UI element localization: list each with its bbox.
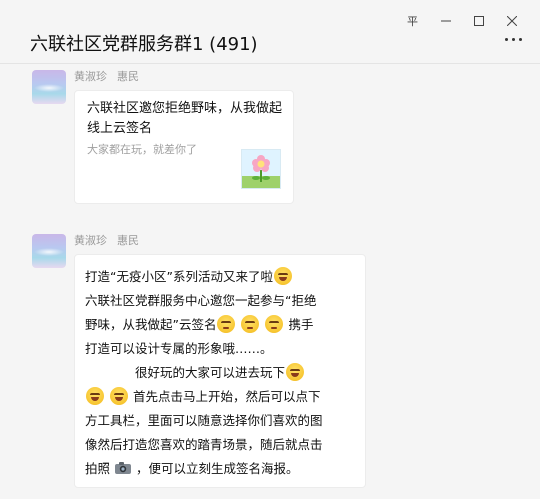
chat-title: 六联社区党群服务群1 (491) <box>30 34 258 55</box>
flower-icon <box>242 155 280 188</box>
message-text: 打造“无疫小区”系列活动又来了啦 <box>85 269 273 284</box>
message-text: 拍照 <box>85 461 111 476</box>
message-text: 六联社区党群服务中心邀您一起参与“拒绝 <box>85 293 317 308</box>
more-dot-icon <box>512 38 515 41</box>
sender-nickname: 黄淑珍 <box>74 234 107 247</box>
message-line: 野味，从我做起”云签名 携手 <box>85 313 355 337</box>
message-line: 打造可以设计专属的形象哦……。 <box>85 337 355 361</box>
pin-icon: 平 <box>407 15 418 28</box>
card-title: 六联社区邀您拒绝野味，从我做起线上云签名 <box>87 101 283 136</box>
message-line: 拍照 ，便可以立刻生成签名海报。 <box>85 457 355 481</box>
thinking-emoji-icon <box>217 315 236 333</box>
card-thumbnail <box>241 149 281 189</box>
thinking-emoji-icon <box>265 315 284 333</box>
message-line: 打造“无疫小区”系列活动又来了啦 <box>85 265 355 289</box>
avatar[interactable] <box>32 234 66 268</box>
sender-nickname: 黄淑珍 <box>74 70 107 83</box>
message-text: 野味，从我做起”云签名 <box>85 317 217 332</box>
sender-name: 黄淑珍 惠民 <box>74 232 139 248</box>
minimize-button[interactable] <box>429 10 462 32</box>
text-bubble[interactable]: 打造“无疫小区”系列活动又来了啦 六联社区党群服务中心邀您一起参与“拒绝 野味，… <box>74 254 366 488</box>
maximize-icon <box>473 16 484 26</box>
more-options-button[interactable] <box>505 38 522 41</box>
message-text: 方工具栏，里面可以随意选择你们喜欢的图 <box>85 413 323 428</box>
message-line: 方工具栏，里面可以随意选择你们喜欢的图 <box>85 409 355 433</box>
pin-button[interactable]: 平 <box>396 10 429 32</box>
card-subtitle: 大家都在玩，就差你了 <box>87 143 197 156</box>
grin-emoji-icon <box>273 267 292 285</box>
message-line: 首先点击马上开始，然后可以点下 <box>85 385 355 409</box>
message-text: 打造可以设计专属的形象哦……。 <box>85 341 273 356</box>
grin-emoji-icon <box>109 387 128 405</box>
grin-emoji-icon <box>86 387 104 405</box>
message-text: 携手 <box>288 317 314 332</box>
message-text: 很好玩的大家可以进去玩下 <box>134 365 285 380</box>
minimize-icon <box>440 20 451 22</box>
sender-role: 惠民 <box>117 234 139 247</box>
more-dot-icon <box>505 38 508 41</box>
camera-emoji-icon <box>115 462 131 474</box>
message-line: 很好玩的大家可以进去玩下 <box>85 361 355 385</box>
sender-name: 黄淑珍 惠民 <box>74 68 139 84</box>
grin-emoji-icon <box>286 363 304 381</box>
close-button[interactable] <box>495 10 528 32</box>
thinking-emoji-icon <box>241 315 260 333</box>
message-text: 像然后打造您喜欢的踏青场景，随后就点击 <box>85 437 323 452</box>
shared-card[interactable]: 六联社区邀您拒绝野味，从我做起线上云签名 大家都在玩，就差你了 <box>74 90 294 204</box>
message-text: 首先点击马上开始，然后可以点下 <box>132 389 321 404</box>
more-dot-icon <box>519 38 522 41</box>
sender-role: 惠民 <box>117 70 139 83</box>
avatar[interactable] <box>32 70 66 104</box>
message-line: 像然后打造您喜欢的踏青场景，随后就点击 <box>85 433 355 457</box>
title-bar: 平 六联社区党群服务群1 (491) <box>0 0 540 64</box>
window-controls: 平 <box>396 10 528 32</box>
close-icon <box>506 16 517 26</box>
maximize-button[interactable] <box>462 10 495 32</box>
message-line: 六联社区党群服务中心邀您一起参与“拒绝 <box>85 289 355 313</box>
message-text: ，便可以立刻生成签名海报。 <box>135 461 299 476</box>
